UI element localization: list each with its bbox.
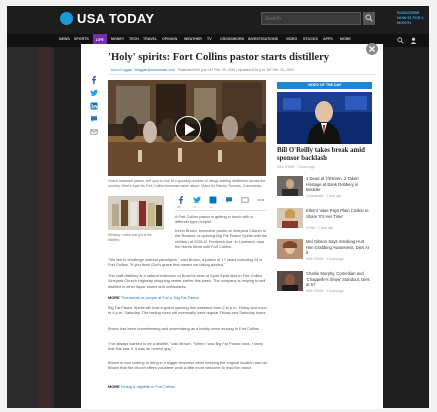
background-page-right	[377, 47, 429, 408]
site-header: USA TODAY SUBSCRIBE NOW $1 FOR 1 MONTH	[7, 6, 429, 34]
related-thumbnail	[277, 239, 303, 259]
paragraph-2: Kevin Brown, executive pastor at Vineyar…	[175, 228, 267, 250]
more-link-text[interactable]: Thousands of people at FoCo, Big Fat Pas…	[121, 295, 199, 300]
search-input[interactable]	[261, 12, 361, 25]
more-link-2[interactable]: MORE Dining & nightlife in Fort Collins	[108, 384, 175, 389]
byline-date: Published 8:00 p.m. MT Feb. 20, 2015 | U…	[177, 68, 294, 72]
nav-sports[interactable]: SPORTS	[74, 37, 89, 41]
nav-opinion[interactable]: OPINION	[162, 37, 177, 41]
inline-photo-caption: Whiskey, vodka and gin at the distillery…	[108, 233, 152, 242]
comment-icon[interactable]	[225, 196, 233, 204]
close-modal-button[interactable]	[366, 43, 378, 55]
user-icon[interactable]	[410, 37, 417, 44]
nav-money[interactable]: MONEY	[111, 37, 124, 41]
play-icon	[185, 123, 195, 136]
headline-divider	[108, 74, 376, 75]
featured-video-title[interactable]: Bill O'Reilly takes break amid sponsor b…	[277, 147, 372, 163]
facebook-icon[interactable]	[177, 196, 185, 204]
nav-investigations[interactable]: INVESTIGATIONS	[248, 37, 278, 41]
linkedin-icon[interactable]	[90, 102, 98, 110]
related-meta: ColoradoAN · 1 hour ago	[306, 194, 342, 198]
related-item[interactable]: 1 Dead at 7/Eleven, 2 Taken Hostage at B…	[277, 176, 372, 204]
site-logo[interactable]: USA TODAY	[77, 11, 154, 26]
related-thumbnail	[277, 208, 303, 228]
search-button[interactable]	[363, 12, 375, 25]
nav-crossword[interactable]: CROSSWORD	[220, 37, 244, 41]
comment-icon[interactable]	[90, 115, 98, 123]
byline: Kevin Duggan, kduggan@coloradoan.com Pub…	[111, 68, 294, 72]
share-count-facebook: 34	[177, 205, 181, 209]
share-divider	[175, 210, 267, 211]
paragraph-4: The craft distillery is a natural extens…	[108, 273, 266, 289]
inline-photo[interactable]	[108, 196, 164, 230]
sidebar-section-label: VIDEO OF THE DAY	[277, 82, 372, 89]
paragraph-6: Brown has been homebrewing and winemakin…	[108, 326, 260, 331]
byline-author[interactable]: Kevin Duggan	[111, 68, 132, 72]
byline-email[interactable]: kduggan@coloradoan.com	[134, 68, 175, 72]
related-title[interactable]: Charlie Murphy, Comedian and 'Chappelle'…	[306, 271, 372, 288]
anchor-photo	[277, 92, 372, 144]
paragraph-8: Brown is now looking to bring in a bigge…	[108, 360, 267, 371]
search-icon	[365, 14, 373, 22]
more-link-text[interactable]: Dining & nightlife in Fort Collins	[121, 384, 175, 389]
nav-stocks[interactable]: STOCKS	[303, 37, 318, 41]
more-icon[interactable]	[257, 196, 265, 204]
nav-video[interactable]: VIDEO	[286, 37, 297, 41]
share-bar: 34 1 3	[175, 196, 267, 210]
nav-weather[interactable]: WEATHER	[184, 37, 202, 41]
nav-tech[interactable]: TECH	[129, 37, 139, 41]
paragraph-7: "I've always wanted to be a distiller," …	[108, 341, 263, 352]
bottles-photo	[108, 196, 164, 230]
more-label: MORE	[108, 295, 120, 300]
article-headline: 'Holy' spirits: Fort Collins pastor star…	[108, 52, 330, 63]
nav-apps[interactable]: APPS	[323, 37, 333, 41]
twitter-icon[interactable]	[90, 89, 98, 97]
related-title[interactable]: Mel Gibson Says Smoking Hurt Him Grabbin…	[306, 239, 372, 256]
nav-more[interactable]: MORE	[340, 37, 351, 41]
subscribe-link[interactable]: SUBSCRIBE NOW $1 FOR 1 MONTH	[397, 11, 427, 26]
related-meta: USA TODAY · 3 hours ago	[306, 289, 344, 293]
background-page-strip	[37, 47, 51, 408]
nav-travel[interactable]: TRAVEL	[143, 37, 157, 41]
related-item[interactable]: Charlie Murphy, Comedian and 'Chappelle'…	[277, 271, 372, 299]
related-thumbnail	[277, 176, 303, 196]
linkedin-icon[interactable]	[209, 196, 217, 204]
nav-tv[interactable]: TV	[207, 37, 212, 41]
share-count-twitter: 1	[194, 205, 196, 209]
facebook-icon[interactable]	[90, 76, 98, 84]
paragraph-1: A Fort Collins pastor is getting in touc…	[175, 214, 253, 225]
close-icon	[369, 46, 375, 52]
related-title[interactable]: 1 Dead at 7/Eleven, 2 Taken Hostage at B…	[306, 176, 372, 193]
featured-video-thumbnail[interactable]	[277, 92, 372, 144]
more-link-1[interactable]: MORE Thousands of people at FoCo, Big Fa…	[108, 295, 199, 300]
featured-video-meta: USA TODAY · 2 hours ago	[277, 165, 315, 169]
paragraph-5: Big Fat Pastor Spirits will host a grand…	[108, 305, 267, 316]
paragraph-3: "We like to challenge cultural paradigms…	[108, 257, 263, 268]
related-meta: USA TODAY · 2 hours ago	[306, 257, 344, 261]
related-thumbnail	[277, 271, 303, 291]
related-item[interactable]: Ellen's Vase Pays Plain Cookie to Share …	[277, 208, 372, 236]
play-button[interactable]	[175, 116, 201, 142]
email-icon[interactable]	[90, 128, 98, 136]
twitter-icon[interactable]	[193, 196, 201, 204]
social-share-rail	[90, 76, 100, 141]
share-count-linkedin: 3	[210, 205, 212, 209]
more-label: MORE	[108, 384, 120, 389]
email-icon[interactable]	[241, 196, 249, 204]
logo-dot[interactable]	[60, 12, 73, 25]
related-meta: KGNU · 1 hour ago	[306, 226, 334, 230]
video-caption: Grace-ordained pastor Jeff Lyon is one o…	[108, 179, 266, 188]
article-modal: 'Holy' spirits: Fort Collins pastor star…	[81, 44, 383, 409]
related-item[interactable]: Mel Gibson Says Smoking Hurt Him Grabbin…	[277, 239, 372, 267]
search-icon[interactable]	[397, 37, 404, 44]
related-title[interactable]: Ellen's Vase Pays Plain Cookie to Share …	[306, 208, 372, 219]
nav-news[interactable]: NEWS	[59, 37, 70, 41]
article-video[interactable]	[108, 80, 266, 176]
